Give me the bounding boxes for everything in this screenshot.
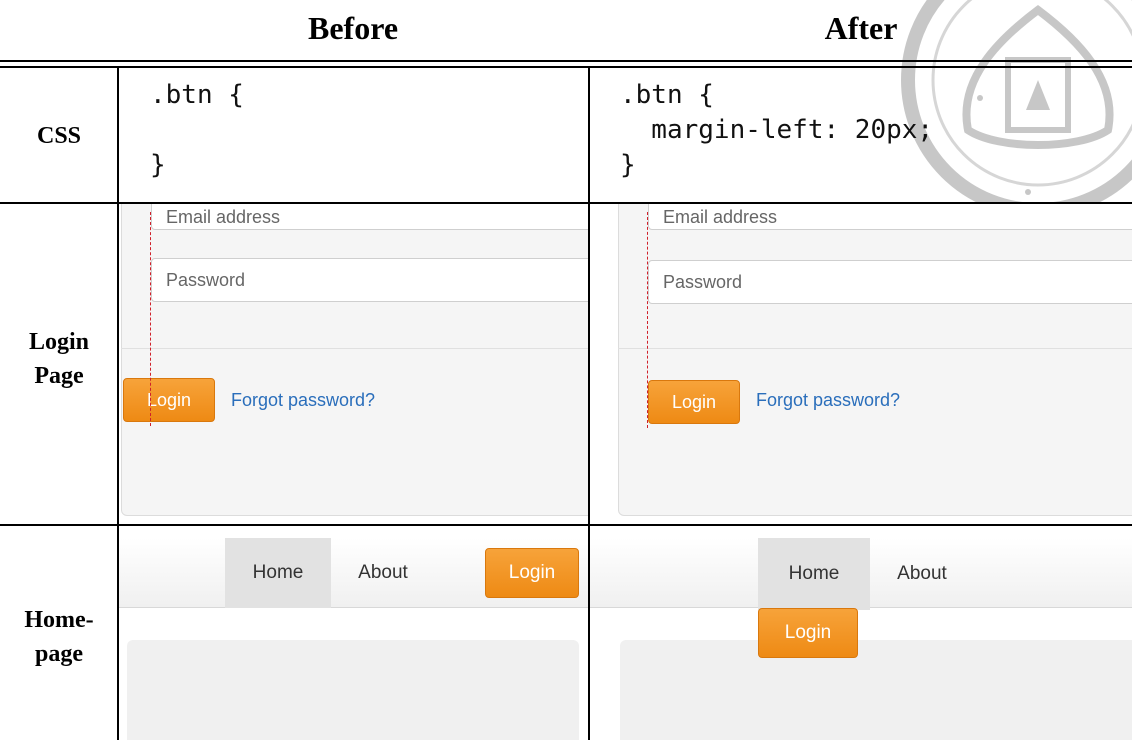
card-divider [121, 348, 588, 349]
nav-home[interactable]: Home [225, 538, 331, 608]
password-field[interactable]: Password [648, 260, 1132, 304]
column-header-before: Before [307, 10, 399, 46]
homepage-before-screenshot: Home About Login [119, 526, 588, 740]
card-divider [618, 348, 1132, 349]
email-field[interactable]: Email address [648, 204, 1132, 230]
code-after-line2: margin-left: 20px; [620, 115, 934, 145]
row-label-home-line2: page [35, 641, 83, 667]
login-after-screenshot: Email address Password Login Forgot pass… [590, 204, 1132, 524]
table-top-rule [0, 60, 1132, 62]
row-label-css: CSS [36, 123, 82, 149]
forgot-password-link[interactable]: Forgot password? [231, 390, 375, 411]
nav-about[interactable]: About [331, 538, 435, 608]
alignment-guide [150, 212, 151, 426]
login-card [618, 204, 1132, 516]
column-header-after: After [824, 10, 898, 46]
table-top-rule-double [0, 66, 1132, 68]
code-before-line3: } [150, 150, 166, 180]
content-well [620, 640, 1132, 740]
row-label-login-line2: Page [34, 363, 84, 389]
nav-home[interactable]: Home [758, 538, 870, 610]
code-after-line3: } [620, 150, 636, 180]
login-button[interactable]: Login [648, 380, 740, 424]
code-after-line1: .btn { [620, 80, 714, 110]
homepage-after-screenshot: Home About Login [590, 526, 1132, 740]
code-before-line1: .btn { [150, 80, 244, 110]
forgot-password-link[interactable]: Forgot password? [756, 390, 900, 411]
login-button[interactable]: Login [123, 378, 215, 422]
password-field[interactable]: Password [151, 258, 588, 302]
login-before-screenshot: Email address Password Login Forgot pass… [119, 204, 588, 524]
nav-about[interactable]: About [870, 538, 974, 610]
row-label-home-line1: Home- [24, 607, 94, 633]
alignment-guide [647, 212, 648, 428]
login-button[interactable]: Login [485, 548, 579, 598]
login-button[interactable]: Login [758, 608, 858, 658]
email-field[interactable]: Email address [151, 204, 588, 230]
content-well [127, 640, 579, 740]
login-card [121, 204, 588, 516]
row-label-login-line1: Login [28, 329, 90, 355]
